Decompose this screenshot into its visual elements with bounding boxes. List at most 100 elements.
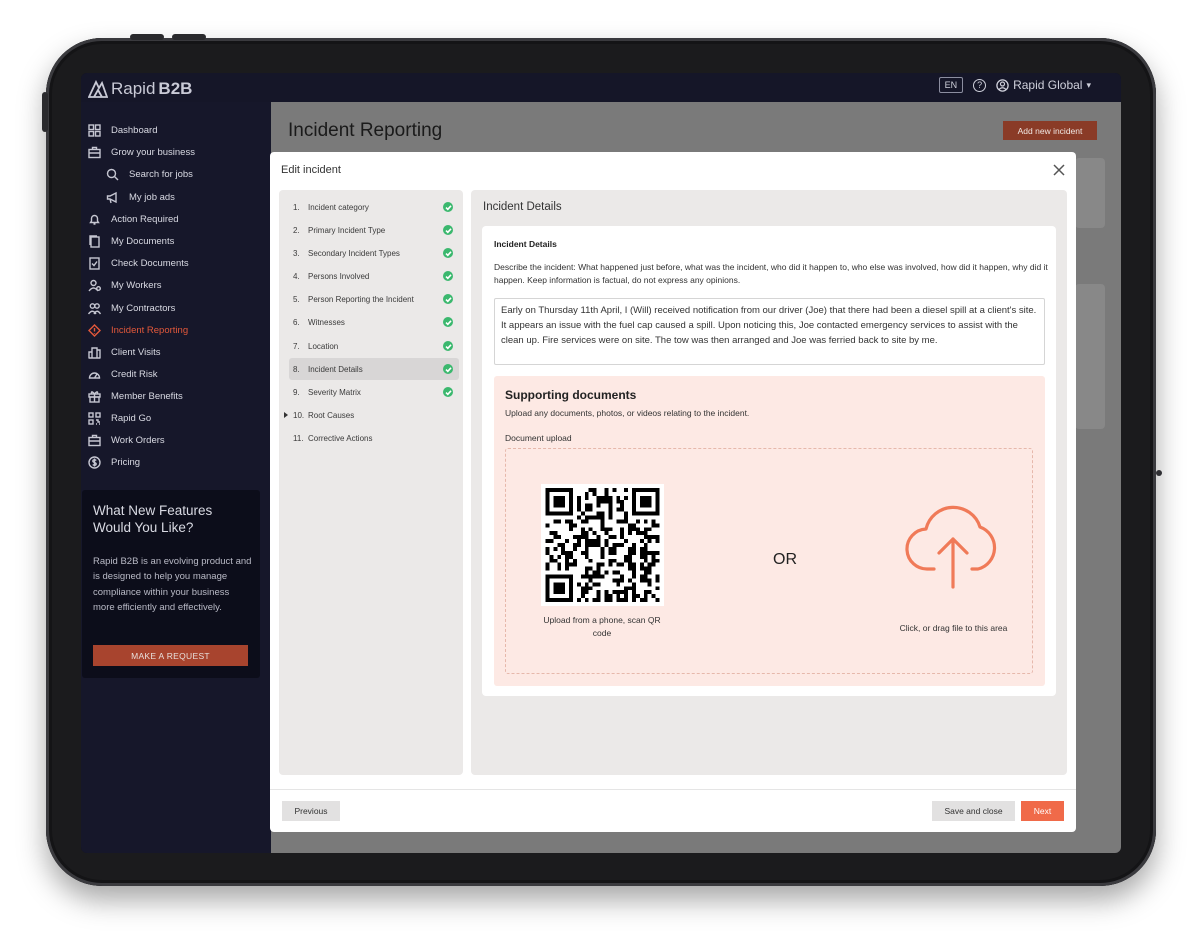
- modal-title: Edit incident: [281, 164, 341, 176]
- sidebar-item-label: Search for jobs: [129, 168, 193, 180]
- footer-divider: [270, 789, 1076, 790]
- sidebar-item-my-contractors[interactable]: My Contractors: [87, 298, 175, 318]
- work-orders-icon: [87, 434, 101, 446]
- step-incident-details[interactable]: 8. Incident Details: [289, 358, 459, 380]
- make-request-button[interactable]: MAKE A REQUEST: [93, 645, 248, 666]
- qr-caption: Upload from a phone, scan QR code: [543, 615, 661, 638]
- logo-text-bold: B2B: [158, 79, 193, 98]
- check-circle-icon: [443, 271, 453, 281]
- user-icon: [996, 78, 1009, 92]
- sidebar-item-search-jobs[interactable]: Search for jobs: [105, 164, 193, 184]
- sidebar-item-label: Incident Reporting: [111, 324, 189, 336]
- check-circle-icon: [443, 225, 453, 235]
- step-number: 3.: [293, 248, 300, 258]
- step-number: 9.: [293, 387, 300, 397]
- step-label: Primary Incident Type: [308, 225, 386, 235]
- sidebar-item-label: Action Required: [111, 213, 179, 225]
- content-panel: Incident Details Incident Details Descri…: [471, 190, 1067, 775]
- app-logo[interactable]: Rapid B2B: [88, 79, 192, 99]
- step-number: 5.: [293, 294, 300, 304]
- incident-description-field[interactable]: Early on Thursday 11th April, I (Will) r…: [494, 298, 1045, 365]
- step-corrective-actions[interactable]: 11. Corrective Actions: [289, 427, 459, 449]
- step-label: Root Causes: [308, 410, 355, 420]
- sidebar-item-my-documents[interactable]: My Documents: [87, 231, 174, 251]
- sidebar-item-work-orders[interactable]: Work Orders: [87, 430, 165, 450]
- logo-text-light: Rapid: [111, 79, 156, 98]
- sidebar-item-check-documents[interactable]: Check Documents: [87, 253, 189, 273]
- sidebar-item-member-benefits[interactable]: Member Benefits: [87, 386, 183, 406]
- step-location[interactable]: 7. Location: [289, 335, 459, 357]
- check-circle-icon: [443, 294, 453, 304]
- save-and-close-button[interactable]: Save and close: [932, 801, 1015, 821]
- step-primary-incident-type[interactable]: 2. Primary Incident Type: [289, 219, 459, 241]
- step-label: Person Reporting the Incident: [308, 294, 414, 304]
- check-circle-icon: [443, 364, 453, 374]
- qr-code-icon: [87, 411, 101, 425]
- step-number: 7.: [293, 341, 300, 351]
- sidebar-item-credit-risk[interactable]: Credit Risk: [87, 364, 157, 384]
- bell-icon: [88, 214, 100, 225]
- sidebar-item-action-required[interactable]: Action Required: [87, 209, 179, 229]
- check-circle-icon: [443, 317, 453, 327]
- sidebar-item-grow-business[interactable]: Grow your business: [87, 142, 195, 162]
- contractors-icon: [87, 302, 101, 314]
- sidebar-item-label: My Documents: [111, 235, 175, 247]
- chevron-down-icon: ▾: [1086, 79, 1091, 90]
- sidebar-item-dashboard[interactable]: Dashboard: [87, 120, 157, 140]
- sidebar-item-label: Client Visits: [111, 346, 161, 358]
- sidebar-item-label: My Contractors: [111, 302, 176, 314]
- sidebar-item-incident-reporting[interactable]: Incident Reporting: [87, 320, 188, 340]
- previous-button[interactable]: Previous: [282, 801, 340, 821]
- sidebar-item-label: My Workers: [111, 279, 162, 291]
- volume-button: [130, 34, 164, 40]
- sidebar-item-job-ads[interactable]: My job ads: [105, 187, 175, 207]
- sidebar-item-my-workers[interactable]: My Workers: [87, 275, 162, 295]
- promo-title: What New Features Would You Like?: [93, 503, 213, 535]
- language-selector[interactable]: EN: [938, 77, 964, 93]
- step-number: 6.: [293, 317, 300, 327]
- supporting-documents-section: Supporting documents Upload any document…: [494, 376, 1045, 686]
- step-label: Persons Involved: [308, 271, 370, 281]
- background-card: [1075, 284, 1105, 429]
- section-title: Incident Details: [483, 201, 562, 213]
- camera: [1156, 470, 1162, 476]
- add-incident-button[interactable]: Add new incident: [1003, 121, 1097, 140]
- incident-details-card: Incident Details Describe the incident: …: [482, 226, 1056, 696]
- check-circle-icon: [443, 341, 453, 351]
- step-label: Incident category: [308, 202, 369, 212]
- top-bar: Rapid B2B EN ? Rapid Global ▾: [81, 73, 1121, 102]
- sidebar-item-pricing[interactable]: Pricing: [87, 452, 140, 472]
- documents-icon: [88, 234, 100, 248]
- step-root-causes[interactable]: 10. Root Causes: [284, 404, 459, 426]
- cloud-upload-icon[interactable]: [904, 499, 1002, 589]
- account-menu[interactable]: Rapid Global ▾: [996, 78, 1091, 92]
- step-witnesses[interactable]: 6. Witnesses: [289, 311, 459, 333]
- step-person-reporting[interactable]: 5. Person Reporting the Incident: [289, 288, 459, 310]
- background-card: [1075, 158, 1105, 228]
- sidebar-item-client-visits[interactable]: Client Visits: [87, 342, 160, 362]
- document-upload-label: Document upload: [505, 433, 572, 443]
- check-circle-icon: [443, 248, 453, 258]
- close-icon[interactable]: [1052, 163, 1066, 177]
- sidebar: Dashboard Grow your business Search for …: [81, 102, 271, 853]
- step-label: Severity Matrix: [308, 387, 361, 397]
- upload-dropzone[interactable]: Upload from a phone, scan QR code OR Cli…: [505, 448, 1033, 674]
- dropzone-caption: Click, or drag file to this area: [899, 623, 1008, 633]
- sidebar-item-label: Rapid Go: [111, 412, 152, 424]
- qr-code-image: [541, 484, 664, 606]
- building-icon: [87, 346, 101, 359]
- step-secondary-incident-types[interactable]: 3. Secondary Incident Types: [289, 242, 459, 264]
- step-severity-matrix[interactable]: 9. Severity Matrix: [289, 381, 459, 403]
- or-divider: OR: [773, 551, 797, 568]
- sidebar-item-rapid-go[interactable]: Rapid Go: [87, 408, 151, 428]
- step-persons-involved[interactable]: 4. Persons Involved: [289, 265, 459, 287]
- help-icon[interactable]: ?: [973, 78, 987, 92]
- sidebar-item-label: Check Documents: [111, 257, 189, 269]
- step-incident-category[interactable]: 1. Incident category: [289, 196, 459, 218]
- caret-right-icon: [284, 412, 288, 418]
- step-number: 2.: [293, 225, 300, 235]
- next-button[interactable]: Next: [1021, 801, 1064, 821]
- briefcase-icon: [87, 146, 101, 158]
- account-name: Rapid Global: [1013, 78, 1083, 92]
- sidebar-item-label: Dashboard: [111, 124, 158, 136]
